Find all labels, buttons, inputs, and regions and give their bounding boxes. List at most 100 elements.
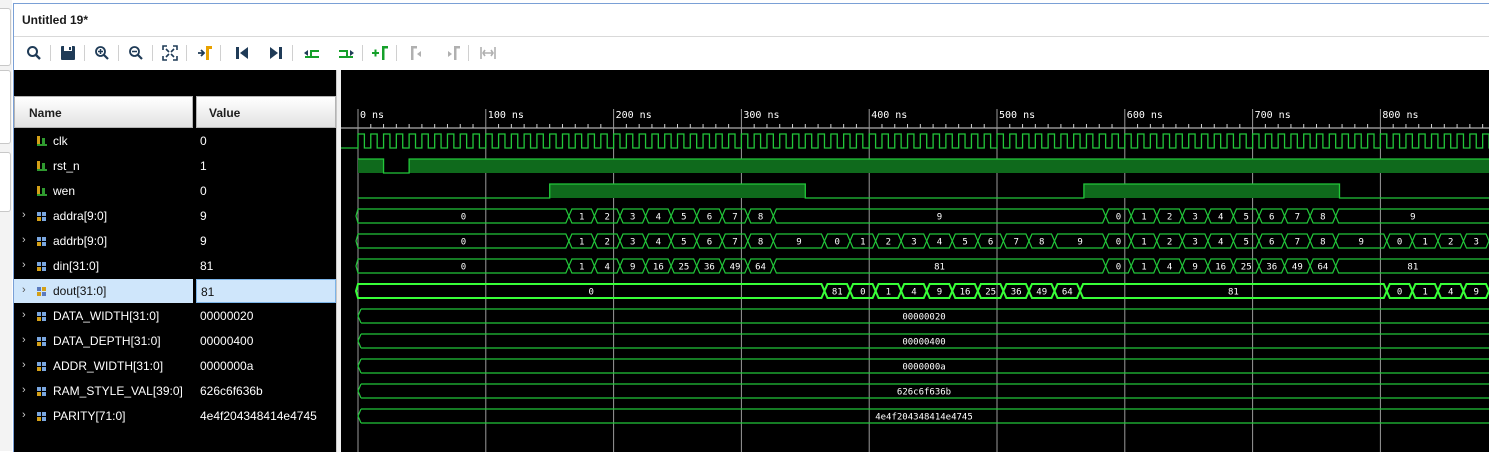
signal-value: 0 (200, 184, 207, 198)
chevron-right-icon[interactable]: › (22, 284, 26, 296)
signal-name-cell[interactable]: › DATA_WIDTH[31:0] (14, 304, 193, 328)
chevron-right-icon[interactable]: › (22, 259, 26, 271)
previous-marker-icon[interactable] (406, 41, 430, 65)
chevron-right-icon[interactable]: › (22, 309, 26, 321)
signal-name-cell[interactable]: › din[31:0] (14, 254, 193, 278)
signal-name-cell[interactable]: wen (14, 179, 193, 203)
swap-cursors-icon[interactable] (476, 41, 500, 65)
din-value-label: 4 (1167, 263, 1172, 273)
signal-name-cell[interactable]: rst_n (14, 154, 193, 178)
time-tick-label: 200 ns (616, 110, 652, 121)
signal-name-cell[interactable]: › RAM_STYLE_VAL[39:0] (14, 379, 193, 403)
rst-n-high-fill (409, 159, 1489, 173)
signal-value: 4e4f204348414e4745 (200, 409, 317, 423)
addra-value-label: 8 (758, 213, 763, 223)
addrb-value-label: 4 (937, 238, 942, 248)
go-to-start-icon[interactable] (230, 41, 254, 65)
dout-value-label: 0 (589, 288, 594, 298)
time-tick-label: 300 ns (743, 110, 779, 121)
signal-value-cell[interactable]: 9 (196, 229, 336, 253)
signal-name-cell[interactable]: › addrb[9:0] (14, 229, 193, 253)
signal-value-cell[interactable]: 9 (196, 204, 336, 228)
signal-row[interactable]: › dout[31:0] 81 (14, 279, 336, 304)
side-panel-tab[interactable] (0, 8, 11, 66)
dout-value-label: 25 (985, 288, 996, 298)
window-title: Untitled 19* (22, 13, 89, 27)
toolbar (14, 37, 1489, 69)
time-tick-label: 800 ns (1382, 110, 1418, 121)
addrb-value-label: 1 (579, 238, 584, 248)
zoom-in-icon[interactable] (90, 41, 114, 65)
zoom-fit-icon[interactable] (158, 41, 182, 65)
column-header-value[interactable]: Value (196, 96, 336, 128)
addrb-value-label: 9 (796, 238, 801, 248)
signal-row[interactable]: › addra[9:0] 9 (14, 204, 336, 229)
signal-row[interactable]: › PARITY[71:0] 4e4f204348414e4745 (14, 404, 336, 429)
signal-value-cell[interactable]: 0000000a (196, 354, 336, 378)
addra-value-label: 6 (707, 213, 712, 223)
signal-name: rst_n (53, 159, 80, 173)
chevron-right-icon[interactable]: › (22, 409, 26, 421)
dout-value-label: 49 (1036, 288, 1047, 298)
time-tick-label: 600 ns (1127, 110, 1163, 121)
param-value-label: 626c6f636b (897, 388, 951, 398)
signal-value-cell[interactable]: 0 (196, 179, 336, 203)
signal-value-cell[interactable]: 0 (196, 129, 336, 153)
signal-row[interactable]: › DATA_DEPTH[31:0] 00000400 (14, 329, 336, 354)
waveform-canvas[interactable]: 0 ns 100 ns 200 ns 300 ns 400 ns 500 ns 600 ns… (341, 70, 1489, 452)
chevron-right-icon[interactable]: › (22, 359, 26, 371)
signal-value: 81 (200, 259, 214, 273)
signal-row[interactable]: rst_n 1 (14, 154, 336, 179)
signal-row[interactable]: › RAM_STYLE_VAL[39:0] 626c6f636b (14, 379, 336, 404)
signal-name-cell[interactable]: › dout[31:0] (14, 279, 193, 303)
signal-name-cell[interactable]: › PARITY[71:0] (14, 404, 193, 428)
next-marker-icon[interactable] (440, 41, 464, 65)
signal-value-cell[interactable]: 4e4f204348414e4745 (196, 404, 336, 428)
go-to-end-icon[interactable] (264, 41, 288, 65)
signal-row[interactable]: › DATA_WIDTH[31:0] 00000020 (14, 304, 336, 329)
chevron-right-icon[interactable]: › (22, 209, 26, 221)
dout-value-label: 4 (911, 288, 916, 298)
bus-signal-icon (36, 210, 48, 222)
previous-transition-icon[interactable] (300, 41, 324, 65)
parameter-bus-icon (36, 385, 48, 397)
signal-value-cell[interactable]: 00000020 (196, 304, 336, 328)
chevron-right-icon[interactable]: › (22, 234, 26, 246)
addrb-value-label: 2 (886, 238, 891, 248)
signal-value-cell[interactable]: 626c6f636b (196, 379, 336, 403)
signal-name-cell[interactable]: › addra[9:0] (14, 204, 193, 228)
side-panel-tab[interactable] (0, 152, 11, 212)
signal-row[interactable]: clk 0 (14, 129, 336, 154)
signal-value-cell[interactable]: 1 (196, 154, 336, 178)
column-header-name[interactable]: Name (14, 96, 193, 128)
signal-name-cell[interactable]: › ADDR_WIDTH[31:0] (14, 354, 193, 378)
search-icon[interactable] (22, 41, 46, 65)
din-value-label: 81 (1407, 263, 1418, 273)
zoom-out-icon[interactable] (124, 41, 148, 65)
waveform-window: Untitled 19* Name Value clk 0 rst_n 1 we… (13, 3, 1489, 452)
signal-value-cell[interactable]: 81 (196, 254, 336, 278)
addrb-value-label: 3 (630, 238, 635, 248)
addrb-value-label: 3 (911, 238, 916, 248)
din-value-label: 49 (730, 263, 741, 273)
chevron-right-icon[interactable]: › (22, 334, 26, 346)
signal-row[interactable]: › ADDR_WIDTH[31:0] 0000000a (14, 354, 336, 379)
signal-value: 00000020 (200, 309, 254, 323)
side-panel-tab[interactable] (0, 70, 11, 144)
signal-name-cell[interactable]: › DATA_DEPTH[31:0] (14, 329, 193, 353)
signal-name-cell[interactable]: clk (14, 129, 193, 153)
next-transition-icon[interactable] (334, 41, 358, 65)
go-to-cursor-icon[interactable] (192, 41, 216, 65)
signal-row[interactable]: wen 0 (14, 179, 336, 204)
signal-value-cell[interactable]: 81 (196, 279, 336, 303)
time-tick-label: 500 ns (999, 110, 1035, 121)
signal-list-pane: Name Value clk 0 rst_n 1 wen 0 › addra[9:0] 9 › ad… (14, 70, 336, 452)
chevron-right-icon[interactable]: › (22, 384, 26, 396)
signal-name: addrb[9:0] (53, 234, 108, 248)
addrb-value-label: 4 (1218, 238, 1223, 248)
signal-value-cell[interactable]: 00000400 (196, 329, 336, 353)
signal-row[interactable]: › din[31:0] 81 (14, 254, 336, 279)
signal-row[interactable]: › addrb[9:0] 9 (14, 229, 336, 254)
save-icon[interactable] (56, 41, 80, 65)
add-marker-icon[interactable] (368, 41, 392, 65)
